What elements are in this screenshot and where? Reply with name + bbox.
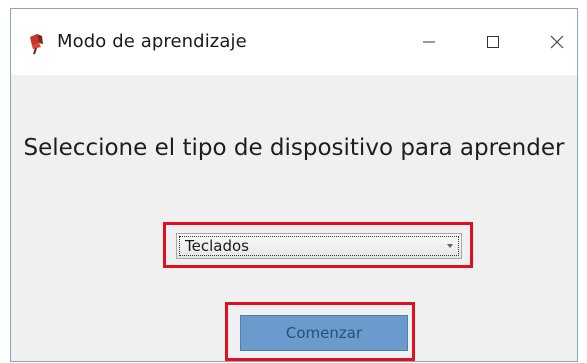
dialog-content: Seleccione el tipo de dispositivo para a…	[11, 75, 577, 363]
close-icon	[550, 35, 564, 49]
window-title: Modo de aprendizaje	[57, 31, 247, 52]
app-window: Modo de aprendizaje Seleccione el tipo d…	[10, 8, 578, 362]
device-type-select[interactable]: Teclados	[176, 233, 462, 259]
maximize-icon	[487, 36, 499, 48]
chevron-down-icon	[447, 244, 453, 248]
minimize-button[interactable]	[397, 9, 461, 75]
minimize-icon	[423, 41, 435, 43]
prompt-text: Seleccione el tipo de dispositivo para a…	[23, 135, 565, 161]
start-button[interactable]: Comenzar	[240, 315, 408, 351]
device-type-select-value: Teclados	[185, 237, 249, 255]
maximize-button[interactable]	[461, 9, 525, 75]
close-button[interactable]	[525, 9, 587, 75]
title-bar[interactable]: Modo de aprendizaje	[11, 9, 577, 75]
pushpin-icon	[30, 34, 43, 55]
